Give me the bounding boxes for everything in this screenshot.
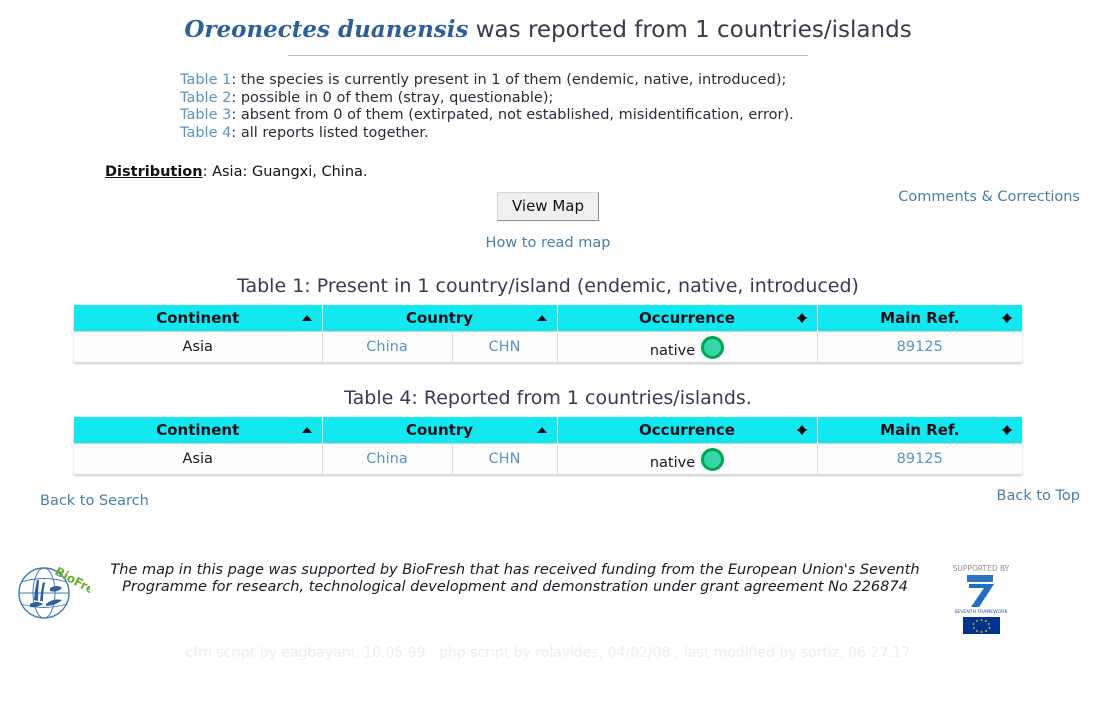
comments-corrections-link[interactable]: Comments & Corrections [898, 189, 1080, 205]
table4-caption: Table 4: Reported from 1 countries/islan… [344, 387, 752, 409]
table1-cell-country-code: CHN [452, 331, 558, 363]
main-ref-link[interactable]: 89125 [897, 451, 943, 467]
legend-text-table3: : absent from 0 of them (extirpated, not… [231, 107, 794, 123]
table-row: Asia China CHN native 89125 [74, 331, 1022, 363]
legend-item-table4: Table 4: all reports listed together. [180, 125, 1096, 143]
table1-caption: Table 1: Present in 1 country/island (en… [237, 275, 859, 297]
legend-link-table2[interactable]: Table 2 [180, 90, 231, 106]
sort-updown-icon[interactable] [796, 311, 807, 325]
occurrence-status-circle-icon [701, 335, 725, 359]
svg-text:SUPPORTED BY: SUPPORTED BY [953, 564, 1010, 573]
script-credits: cfm script by eagbayani, 10.05.99 , php … [185, 645, 911, 661]
footer: BioFresh The map in this page was suppor… [0, 556, 1096, 656]
table4-header-occurrence-label: Occurrence [639, 421, 735, 439]
page-title-rest: was reported from 1 countries/islands [468, 17, 912, 43]
table4-cell-mainref: 89125 [817, 443, 1022, 475]
table1-header-occurrence[interactable]: Occurrence [557, 305, 818, 332]
legend-link-table1[interactable]: Table 1 [180, 72, 231, 88]
table1-header-row: Continent Country Occurrence Main Ref. [74, 305, 1022, 332]
table1-cell-continent: Asia [74, 331, 323, 363]
how-to-read-map-link[interactable]: How to read map [0, 235, 1096, 251]
table4-header-row: Continent Country Occurrence Main Ref. [74, 417, 1022, 444]
legend-item-table3: Table 3: absent from 0 of them (extirpat… [180, 107, 1096, 125]
country-code-link[interactable]: CHN [489, 451, 521, 467]
title-divider [288, 55, 808, 56]
table4-cell-occurrence: native [557, 443, 818, 475]
table4-cell-country: China [322, 443, 453, 475]
legend-link-table3[interactable]: Table 3 [180, 107, 231, 123]
view-map-button[interactable]: View Map [496, 192, 600, 221]
table1-header-continent[interactable]: Continent [74, 305, 323, 332]
page-header: Oreonectes duanensis was reported from 1… [0, 0, 1096, 56]
distribution-label: Distribution [105, 164, 203, 180]
back-to-search-link[interactable]: Back to Search [40, 493, 149, 509]
table4-header-mainref[interactable]: Main Ref. [817, 417, 1022, 444]
table1-cell-occurrence: native [557, 331, 818, 363]
table1-header-continent-label: Continent [156, 309, 240, 327]
occurrence-label: native [649, 454, 696, 471]
table1-header-mainref[interactable]: Main Ref. [817, 305, 1022, 332]
legend-item-table2: Table 2: possible in 0 of them (stray, q… [180, 90, 1096, 108]
table1-header-mainref-label: Main Ref. [880, 309, 960, 327]
occurrence-status-circle-icon [701, 447, 725, 471]
legend-text-table4: : all reports listed together. [231, 124, 429, 141]
sort-updown-icon[interactable] [1002, 311, 1012, 325]
table-legend-list: Table 1: the species is currently presen… [180, 72, 1096, 142]
table1: Continent Country Occurrence Main Ref. A… [74, 305, 1022, 363]
legend-text-table2: : possible in 0 of them (stray, question… [231, 89, 554, 106]
table4-header-country[interactable]: Country [322, 417, 558, 444]
sort-updown-icon[interactable] [796, 423, 807, 437]
country-code-link[interactable]: CHN [489, 339, 521, 355]
table4-header-occurrence[interactable]: Occurrence [557, 417, 818, 444]
legend-text-table1: : the species is currently present in 1 … [231, 72, 787, 88]
sort-ascending-icon[interactable] [536, 423, 547, 437]
species-name: Oreonectes duanensis [184, 16, 469, 43]
country-link[interactable]: China [366, 451, 407, 467]
back-to-top-link[interactable]: Back to Top [997, 488, 1080, 504]
distribution-value: : Asia: Guangxi, China. [202, 164, 368, 180]
table4-header-continent[interactable]: Continent [74, 417, 323, 444]
distribution-line: Distribution: Asia: Guangxi, China. [105, 164, 1096, 180]
bottom-navigation: Back to Search Back to Top [0, 487, 1096, 517]
table1-header-occurrence-label: Occurrence [639, 309, 735, 327]
table-row: Asia China CHN native 89125 [74, 443, 1022, 475]
table4-cell-continent: Asia [74, 443, 323, 475]
table1-cell-mainref: 89125 [817, 331, 1022, 363]
sort-ascending-icon[interactable] [536, 311, 547, 325]
table4-header-continent-label: Continent [156, 421, 240, 439]
table1-cell-country: China [322, 331, 453, 363]
main-ref-link[interactable]: 89125 [897, 339, 943, 355]
table4-header-country-label: Country [405, 421, 474, 439]
sort-updown-icon[interactable] [1002, 423, 1012, 437]
table4-header-mainref-label: Main Ref. [880, 421, 960, 439]
table1-header-country[interactable]: Country [322, 305, 558, 332]
legend-link-table4[interactable]: Table 4 [180, 125, 231, 141]
svg-text:SEVENTH FRAMEWORK: SEVENTH FRAMEWORK [954, 609, 1008, 615]
sort-ascending-icon[interactable] [301, 423, 312, 437]
occurrence-label: native [649, 342, 696, 359]
legend-item-table1: Table 1: the species is currently presen… [180, 72, 1096, 90]
table4-cell-country-code: CHN [452, 443, 558, 475]
footer-funding-text: The map in this page was supported by Bi… [110, 562, 920, 595]
table4: Continent Country Occurrence Main Ref. A… [74, 417, 1022, 475]
fp7-eu-logo-icon: SUPPORTED BY SEVENTH FRAMEWORK [945, 562, 1017, 634]
country-link[interactable]: China [366, 339, 407, 355]
page-title: Oreonectes duanensis was reported from 1… [0, 16, 1096, 43]
table1-header-country-label: Country [405, 309, 474, 327]
sort-ascending-icon[interactable] [301, 311, 312, 325]
